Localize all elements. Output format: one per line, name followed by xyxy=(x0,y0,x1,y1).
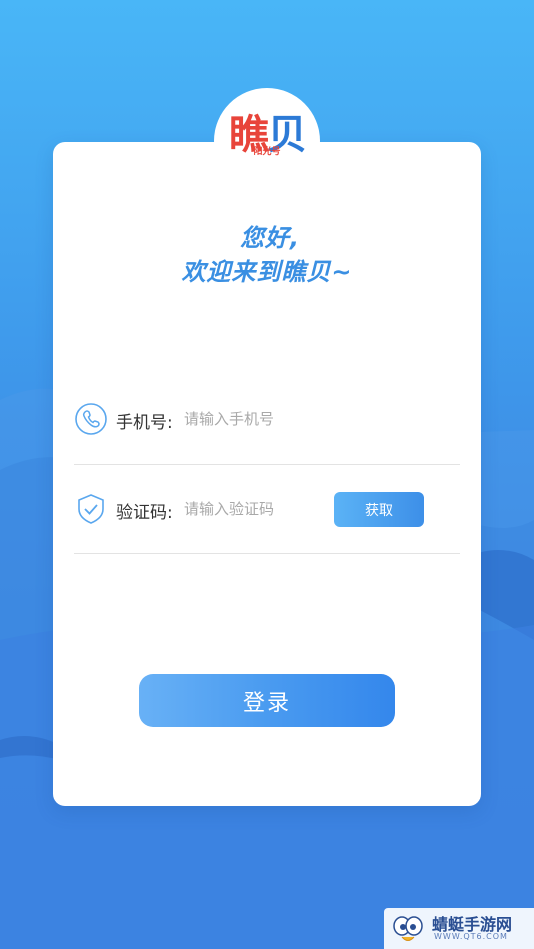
logo-subtitle: 阳光号 xyxy=(253,147,281,157)
phone-input[interactable] xyxy=(184,406,344,432)
code-divider xyxy=(74,553,460,554)
watermark: 蜻蜓手游网 WWW.QT6.COM xyxy=(384,908,534,949)
phone-icon xyxy=(75,403,107,435)
dragonfly-mascot-icon xyxy=(393,916,423,941)
shield-check-icon xyxy=(78,494,104,524)
greeting-line-1: 您好, xyxy=(239,224,301,252)
code-label: 验证码: xyxy=(116,503,173,523)
get-code-button[interactable]: 获取 xyxy=(334,492,424,527)
code-input[interactable] xyxy=(184,496,344,522)
watermark-url: WWW.QT6.COM xyxy=(434,932,508,941)
phone-divider xyxy=(74,464,460,465)
login-button[interactable]: 登录 xyxy=(139,674,395,727)
phone-row: 手机号: xyxy=(74,390,460,450)
phone-label: 手机号: xyxy=(116,413,173,433)
app-logo: 瞧贝 阳光号 xyxy=(214,88,320,194)
greeting-line-2: 欢迎来到瞧贝~ xyxy=(181,258,353,286)
